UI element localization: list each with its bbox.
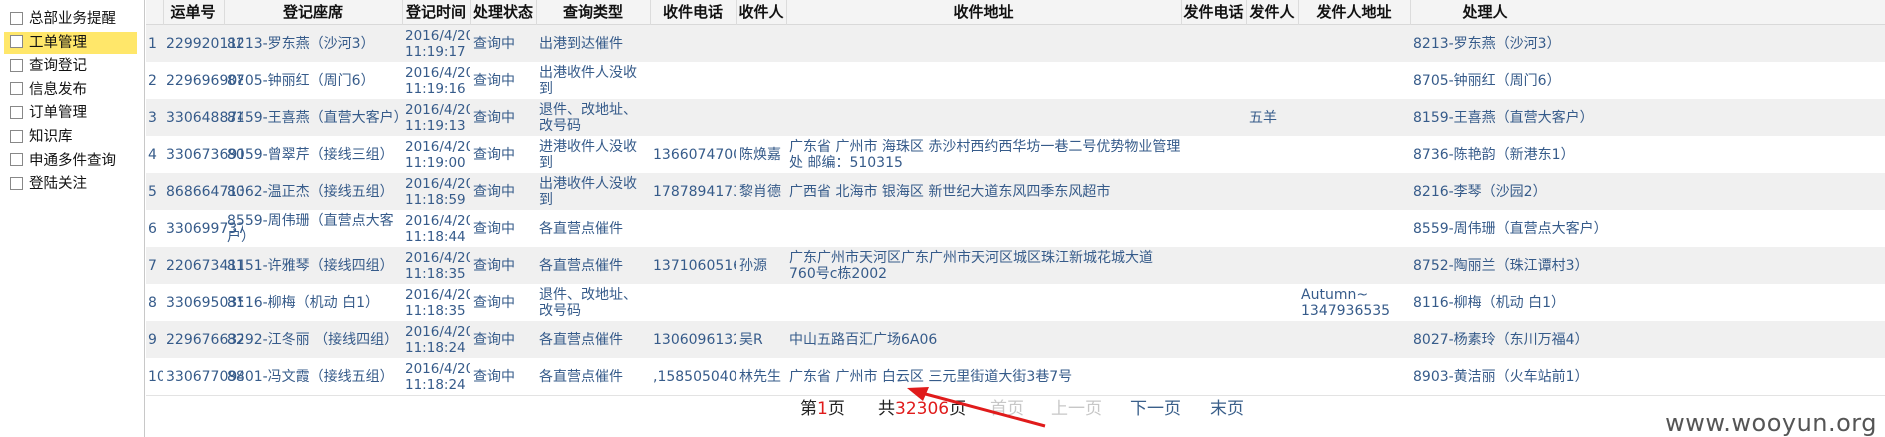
red-arrow-annotation <box>907 387 1046 428</box>
watermark: www.wooyun.org <box>1665 409 1877 437</box>
